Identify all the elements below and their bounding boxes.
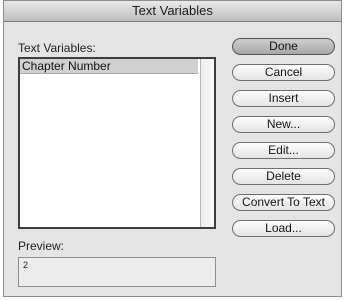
preview-field: 2 — [18, 257, 216, 287]
done-button[interactable]: Done — [232, 38, 335, 55]
preview-label: Preview: — [18, 239, 65, 253]
text-variables-label: Text Variables: — [18, 41, 96, 55]
load-button[interactable]: Load... — [232, 220, 335, 237]
list-scrollbar[interactable] — [200, 59, 214, 227]
text-variables-dialog: Text Variables Text Variables: Chapter N… — [3, 0, 342, 297]
convert-to-text-button[interactable]: Convert To Text — [232, 194, 335, 211]
edit-button[interactable]: Edit... — [232, 142, 335, 159]
dialog-title: Text Variables — [4, 1, 341, 22]
text-variables-list[interactable]: Chapter Number — [18, 57, 216, 229]
delete-button[interactable]: Delete — [232, 168, 335, 185]
cancel-button[interactable]: Cancel — [232, 64, 335, 81]
insert-button[interactable]: Insert — [232, 90, 335, 107]
new-button[interactable]: New... — [232, 116, 335, 133]
list-item-chapter-number[interactable]: Chapter Number — [20, 59, 198, 74]
